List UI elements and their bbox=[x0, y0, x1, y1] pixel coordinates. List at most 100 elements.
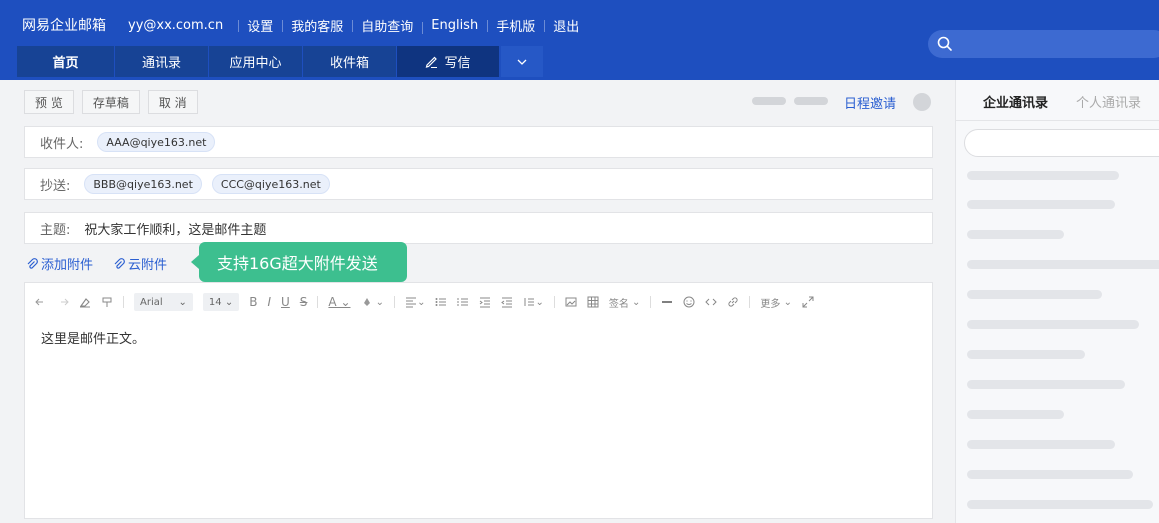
bold-icon[interactable]: B bbox=[249, 293, 257, 311]
line-height-icon[interactable]: ⌄ bbox=[523, 293, 544, 311]
link-icon[interactable] bbox=[727, 293, 739, 311]
to-label: 收件人: bbox=[40, 136, 84, 152]
attachment-tooltip: 支持16G超大附件发送 bbox=[191, 242, 407, 282]
placeholder-circle bbox=[913, 93, 931, 111]
tab-personal-contacts[interactable]: 个人通讯录 bbox=[1076, 92, 1141, 111]
outdent-icon[interactable] bbox=[501, 293, 513, 311]
recipient-chip[interactable]: AAA@qiye163.net bbox=[97, 132, 216, 152]
search-input[interactable] bbox=[928, 30, 1159, 58]
font-size-select[interactable]: 14 ⌄ bbox=[202, 293, 240, 311]
italic-icon[interactable]: I bbox=[267, 293, 271, 311]
contact-search-input[interactable] bbox=[964, 129, 1159, 157]
self-service-link[interactable]: 自助查询 bbox=[352, 16, 422, 35]
tab-contacts[interactable]: 通讯录 bbox=[115, 46, 208, 77]
contact-placeholder bbox=[967, 410, 1064, 419]
email-body[interactable]: 这里是邮件正文。 bbox=[41, 328, 145, 347]
toolbar-divider bbox=[394, 296, 396, 308]
schedule-invite-link[interactable]: 日程邀请 bbox=[844, 93, 896, 112]
user-account[interactable]: yy@xx.com.cn bbox=[128, 18, 232, 33]
placeholder-pills bbox=[752, 97, 836, 105]
logout-link[interactable]: 退出 bbox=[544, 16, 588, 35]
contact-placeholder bbox=[967, 171, 1119, 180]
contact-placeholder bbox=[967, 440, 1115, 449]
action-bar: 预 览 存草稿 取 消 bbox=[24, 90, 206, 114]
attachment-bar: 添加附件 云附件 bbox=[26, 254, 187, 273]
contacts-sidebar: 企业通讯录 个人通讯录 bbox=[955, 80, 1159, 523]
strikethrough-icon[interactable]: S bbox=[300, 293, 308, 311]
tab-write[interactable]: 写信 bbox=[397, 46, 499, 77]
preview-button[interactable]: 预 览 bbox=[24, 90, 74, 114]
brand-logo[interactable]: 网易企业邮箱 bbox=[22, 15, 106, 35]
undo-icon[interactable] bbox=[35, 293, 47, 311]
search-icon bbox=[937, 36, 952, 51]
cc-field[interactable]: 抄送: BBB@qiye163.net CCC@qiye163.net bbox=[24, 168, 933, 200]
highlight-icon[interactable]: ⌄ bbox=[361, 293, 384, 311]
cc-chip[interactable]: CCC@qiye163.net bbox=[211, 174, 330, 194]
underline-icon[interactable]: U bbox=[281, 293, 290, 311]
top-header: 网易企业邮箱 yy@xx.com.cn 设置 我的客服 自助查询 English… bbox=[0, 0, 1159, 80]
editor-toolbar: Arial ⌄ 14 ⌄ B I U S A ⌄ ⌄ ⌄ ⌄ 签名 ⌄ 更多 ⌄ bbox=[35, 291, 824, 313]
contact-placeholder bbox=[967, 230, 1064, 239]
toolbar-divider bbox=[650, 296, 652, 308]
main-nav: 首页 通讯录 应用中心 收件箱 写信 bbox=[17, 46, 544, 77]
table-icon[interactable] bbox=[587, 293, 599, 311]
clear-format-icon[interactable] bbox=[79, 293, 91, 311]
contact-placeholder bbox=[967, 380, 1125, 389]
cc-label: 抄送: bbox=[40, 178, 71, 194]
tab-enterprise-contacts[interactable]: 企业通讯录 bbox=[983, 92, 1048, 111]
font-color-icon[interactable]: A ⌄ bbox=[328, 293, 350, 311]
subject-field[interactable]: 主题: 祝大家工作顺利，这是邮件主题 bbox=[24, 212, 933, 244]
nav-more-button[interactable] bbox=[501, 46, 543, 77]
top-links: 网易企业邮箱 yy@xx.com.cn 设置 我的客服 自助查询 English… bbox=[22, 14, 588, 36]
mobile-version-link[interactable]: 手机版 bbox=[487, 16, 544, 35]
toolbar-divider bbox=[749, 296, 751, 308]
placeholder-pill bbox=[794, 97, 828, 105]
to-field[interactable]: 收件人: AAA@qiye163.net bbox=[24, 126, 933, 158]
divider bbox=[956, 120, 1159, 121]
contacts-tabs: 企业通讯录 个人通讯录 bbox=[983, 92, 1141, 111]
tab-write-label: 写信 bbox=[444, 56, 471, 71]
contact-placeholder bbox=[967, 200, 1115, 209]
subject-label: 主题: bbox=[40, 222, 71, 238]
font-size-value: 14 bbox=[208, 296, 222, 308]
tab-app-center[interactable]: 应用中心 bbox=[209, 46, 302, 77]
subject-input[interactable]: 祝大家工作顺利，这是邮件主题 bbox=[84, 219, 266, 238]
code-icon[interactable] bbox=[705, 293, 718, 311]
font-family-select[interactable]: Arial ⌄ bbox=[134, 293, 193, 311]
add-attachment-link[interactable]: 添加附件 bbox=[26, 254, 93, 273]
cloud-attachment-link[interactable]: 云附件 bbox=[113, 254, 167, 273]
cancel-button[interactable]: 取 消 bbox=[147, 90, 198, 114]
contact-placeholder bbox=[967, 470, 1133, 479]
font-family-value: Arial bbox=[140, 296, 163, 308]
horizontal-rule-icon[interactable] bbox=[661, 293, 673, 311]
bullet-list-icon[interactable] bbox=[435, 293, 447, 311]
cc-chip[interactable]: BBB@qiye163.net bbox=[84, 174, 202, 194]
indent-icon[interactable] bbox=[479, 293, 491, 311]
compose-area: 预 览 存草稿 取 消 日程邀请 收件人: AAA@qiye163.net 抄送… bbox=[0, 80, 955, 523]
contact-placeholder bbox=[967, 320, 1139, 329]
emoji-icon[interactable] bbox=[683, 293, 695, 311]
save-draft-button[interactable]: 存草稿 bbox=[81, 90, 140, 114]
tab-home[interactable]: 首页 bbox=[17, 46, 114, 77]
signature-label: 签名 bbox=[608, 298, 629, 310]
signature-select[interactable]: 签名 ⌄ bbox=[609, 293, 641, 311]
toolbar-divider bbox=[317, 296, 319, 308]
pen-icon bbox=[426, 56, 438, 68]
tab-inbox[interactable]: 收件箱 bbox=[303, 46, 396, 77]
image-icon[interactable] bbox=[565, 293, 577, 311]
customer-service-link[interactable]: 我的客服 bbox=[282, 16, 352, 35]
english-link[interactable]: English bbox=[422, 18, 487, 34]
align-icon[interactable]: ⌄ bbox=[405, 293, 425, 311]
more-tools-select[interactable]: 更多 ⌄ bbox=[760, 293, 792, 311]
chevron-down-icon bbox=[517, 59, 527, 65]
contact-placeholder bbox=[967, 290, 1102, 299]
placeholder-pill bbox=[752, 97, 786, 105]
numbered-list-icon[interactable] bbox=[457, 293, 469, 311]
settings-link[interactable]: 设置 bbox=[238, 16, 282, 35]
rich-text-editor[interactable]: Arial ⌄ 14 ⌄ B I U S A ⌄ ⌄ ⌄ ⌄ 签名 ⌄ 更多 ⌄… bbox=[24, 282, 933, 519]
fullscreen-icon[interactable] bbox=[802, 293, 814, 311]
redo-icon[interactable] bbox=[57, 293, 69, 311]
contact-placeholder bbox=[967, 500, 1153, 509]
format-painter-icon[interactable] bbox=[101, 293, 113, 311]
paperclip-icon bbox=[27, 257, 38, 269]
